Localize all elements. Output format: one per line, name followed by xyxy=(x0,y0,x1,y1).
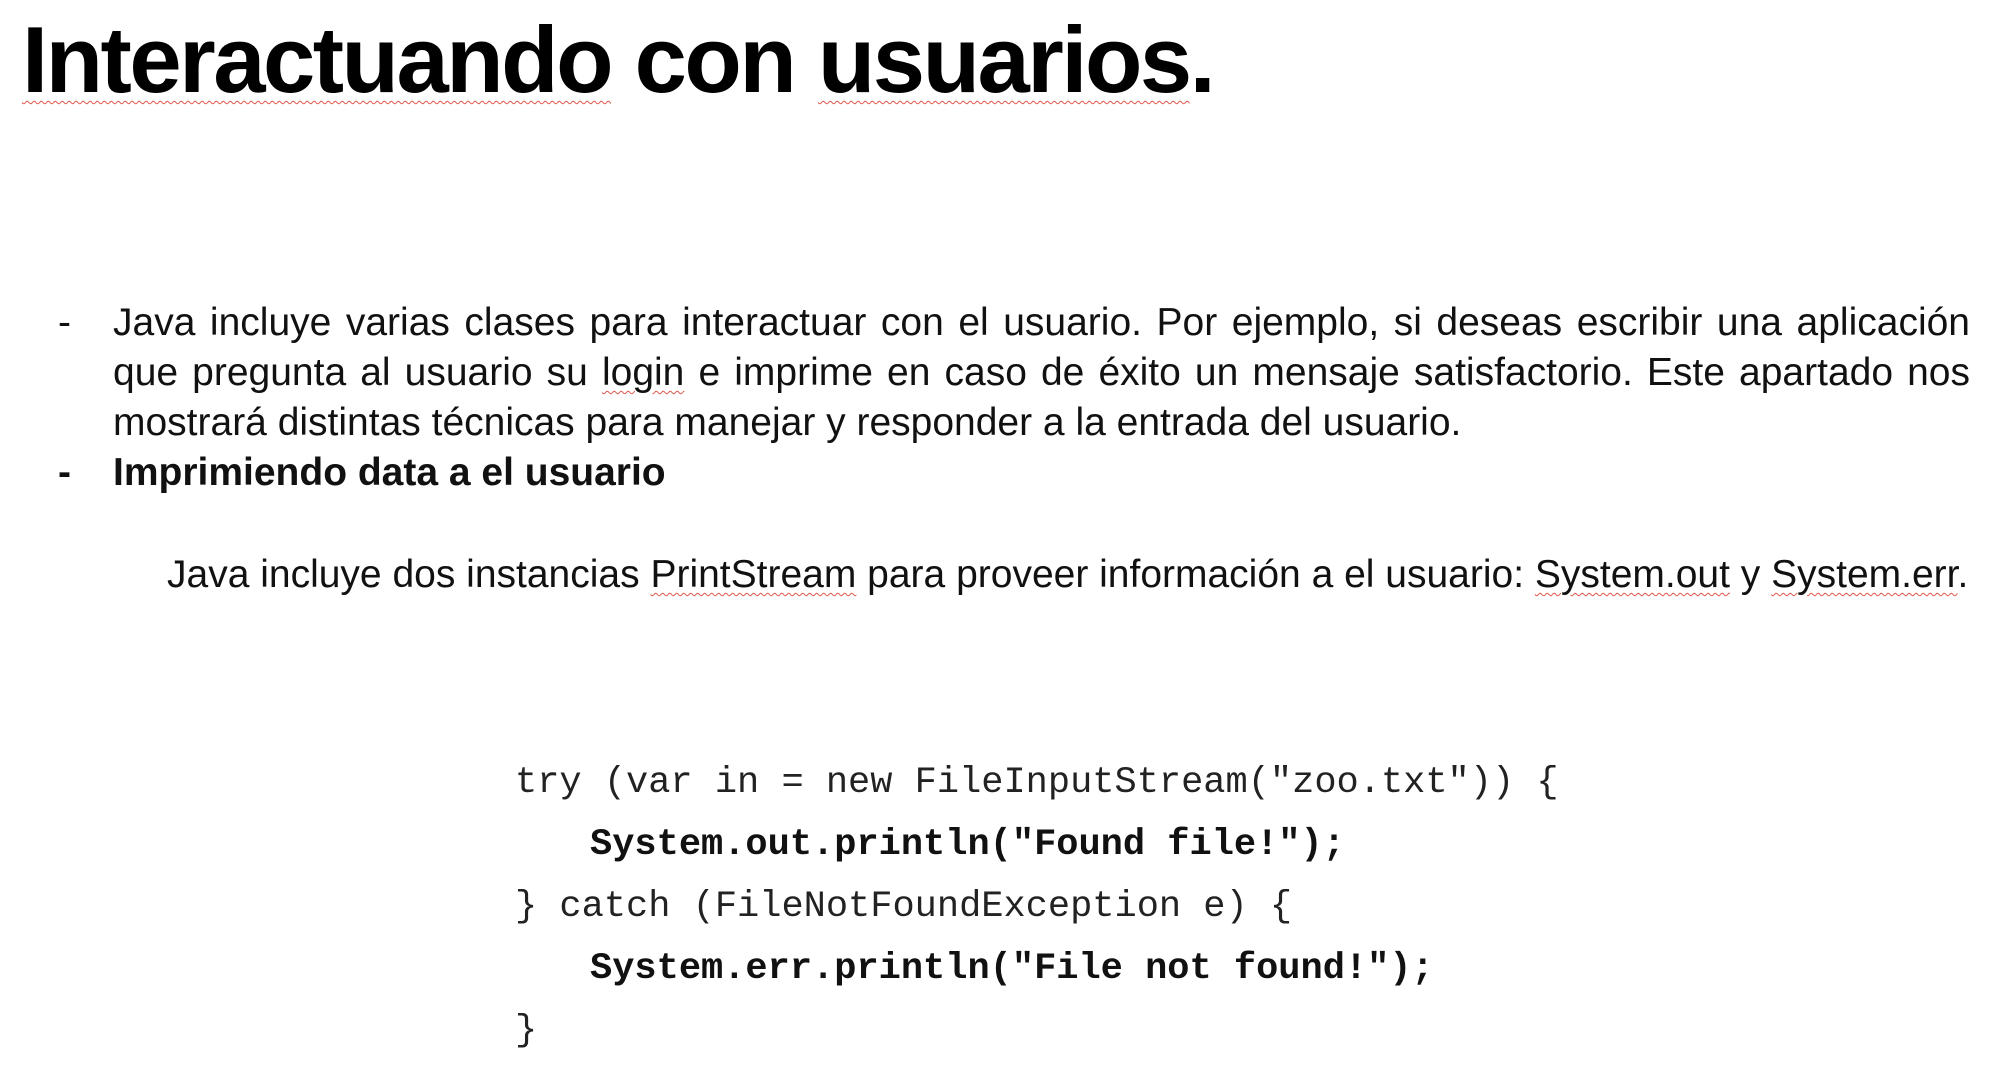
title-word-usuarios: usuarios xyxy=(817,7,1192,112)
bullet-item-heading: - Imprimiendo data a el usuario xyxy=(58,448,1970,498)
bullet-dash: - xyxy=(58,451,71,494)
para-text-1: Java incluye dos instancias xyxy=(167,553,651,596)
title-word-con: con xyxy=(611,7,818,112)
para-text-3: y xyxy=(1729,553,1772,596)
bullet-intro-login: login xyxy=(601,351,685,394)
code-line-close-brace: } xyxy=(515,1010,538,1052)
slide-title: Interactuando con usuarios. xyxy=(22,7,1216,112)
para-system-out: System.out xyxy=(1534,553,1730,596)
bullet-list: - Java incluye varias clases para intera… xyxy=(58,298,1970,498)
code-line-system-err: System.err.println("File not found!"); xyxy=(590,948,1434,990)
para-printstream: PrintStream xyxy=(650,553,857,596)
bullet-dash: - xyxy=(58,301,71,344)
bullet-heading-text: Imprimiendo data a el usuario xyxy=(113,451,666,494)
code-line-try: try (var in = new FileInputStream("zoo.t… xyxy=(515,762,1559,804)
title-word-interactuando: Interactuando xyxy=(22,7,614,112)
para-period: . xyxy=(1957,553,1969,596)
para-text-2: para proveer información a el usuario: xyxy=(856,553,1535,596)
code-line-system-out: System.out.println("Found file!"); xyxy=(590,824,1345,866)
para-system-err: System.err xyxy=(1771,553,1958,596)
title-period: . xyxy=(1189,7,1216,112)
code-block: try (var in = new FileInputStream("zoo.t… xyxy=(515,752,1559,1062)
printstream-paragraph: Java incluye dos instancias PrintStream … xyxy=(167,550,1970,600)
bullet-item-intro: - Java incluye varias clases para intera… xyxy=(58,298,1970,448)
code-line-catch: } catch (FileNotFoundException e) { xyxy=(515,886,1293,928)
